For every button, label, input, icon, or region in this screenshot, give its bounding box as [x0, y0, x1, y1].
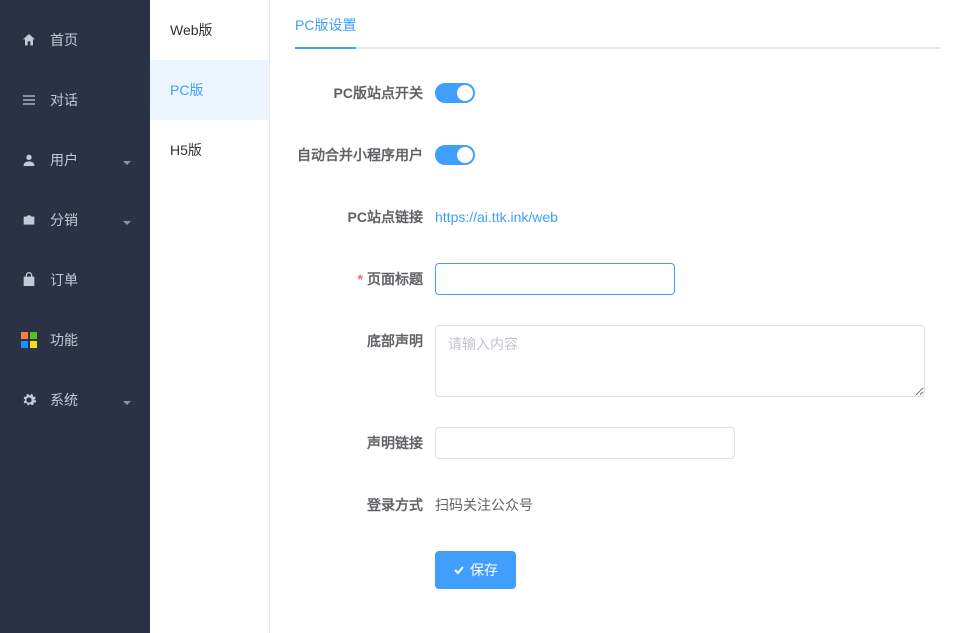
save-button-label: 保存: [470, 560, 498, 580]
tab-pc-settings[interactable]: PC版设置: [295, 15, 356, 49]
label-decl-link: 声明链接: [295, 427, 435, 459]
row-login-mode: 登录方式 扫码关注公众号: [295, 489, 940, 521]
gear-icon: [20, 391, 38, 409]
grid-colored-icon: [20, 331, 38, 349]
row-actions: 保存: [295, 551, 940, 589]
auto-merge-toggle[interactable]: [435, 145, 475, 165]
subnav-label: PC版: [170, 80, 203, 100]
label-auto-merge: 自动合并小程序用户: [295, 139, 435, 171]
subnav-web[interactable]: Web版: [150, 0, 269, 60]
nav-orders[interactable]: 订单: [0, 250, 150, 310]
tabs: PC版设置: [295, 15, 940, 49]
row-auto-merge: 自动合并小程序用户: [295, 139, 940, 171]
nav-label: 对话: [50, 90, 78, 110]
chevron-down-icon: [122, 155, 132, 165]
row-page-title: *页面标题: [295, 263, 940, 295]
nav-label: 订单: [50, 270, 78, 290]
chevron-down-icon: [122, 395, 132, 405]
site-link-value[interactable]: https://ai.ttk.ink/web: [435, 209, 558, 225]
footer-textarea[interactable]: [435, 325, 925, 397]
main-content: PC版设置 PC版站点开关 自动合并小程序用户 PC站点链接 https://a…: [270, 0, 965, 633]
subnav-label: H5版: [170, 140, 202, 160]
camera-icon: [20, 211, 38, 229]
check-icon: [453, 564, 465, 576]
label-site-link: PC站点链接: [295, 201, 435, 233]
nav-users[interactable]: 用户: [0, 130, 150, 190]
page-title-input[interactable]: [435, 263, 675, 295]
label-page-title-text: 页面标题: [367, 271, 423, 287]
chevron-down-icon: [122, 215, 132, 225]
nav-home[interactable]: 首页: [0, 10, 150, 70]
user-icon: [20, 151, 38, 169]
bag-icon: [20, 271, 38, 289]
site-switch-toggle[interactable]: [435, 83, 475, 103]
nav-label: 功能: [50, 330, 78, 350]
secondary-sidebar: Web版 PC版 H5版: [150, 0, 270, 633]
primary-sidebar: 首页 对话 用户 分销: [0, 0, 150, 633]
nav-chat[interactable]: 对话: [0, 70, 150, 130]
nav-label: 系统: [50, 390, 78, 410]
nav-features[interactable]: 功能: [0, 310, 150, 370]
save-button[interactable]: 保存: [435, 551, 516, 589]
row-site-switch: PC版站点开关: [295, 77, 940, 109]
nav-system[interactable]: 系统: [0, 370, 150, 430]
label-site-switch: PC版站点开关: [295, 77, 435, 109]
row-site-link: PC站点链接 https://ai.ttk.ink/web: [295, 201, 940, 233]
nav-distribution[interactable]: 分销: [0, 190, 150, 250]
nav-label: 分销: [50, 210, 78, 230]
subnav-h5[interactable]: H5版: [150, 120, 269, 180]
nav-label: 用户: [50, 150, 78, 170]
label-footer: 底部声明: [295, 325, 435, 357]
login-mode-value: 扫码关注公众号: [435, 489, 533, 521]
row-declaration-link: 声明链接: [295, 427, 940, 459]
list-icon: [20, 91, 38, 109]
subnav-pc[interactable]: PC版: [150, 60, 269, 120]
row-footer-declaration: 底部声明: [295, 325, 940, 397]
home-icon: [20, 31, 38, 49]
subnav-label: Web版: [170, 20, 213, 40]
declaration-link-input[interactable]: [435, 427, 735, 459]
nav-label: 首页: [50, 30, 78, 50]
label-page-title: *页面标题: [295, 263, 435, 295]
label-login-mode: 登录方式: [295, 489, 435, 521]
app-layout: 首页 对话 用户 分销: [0, 0, 965, 633]
